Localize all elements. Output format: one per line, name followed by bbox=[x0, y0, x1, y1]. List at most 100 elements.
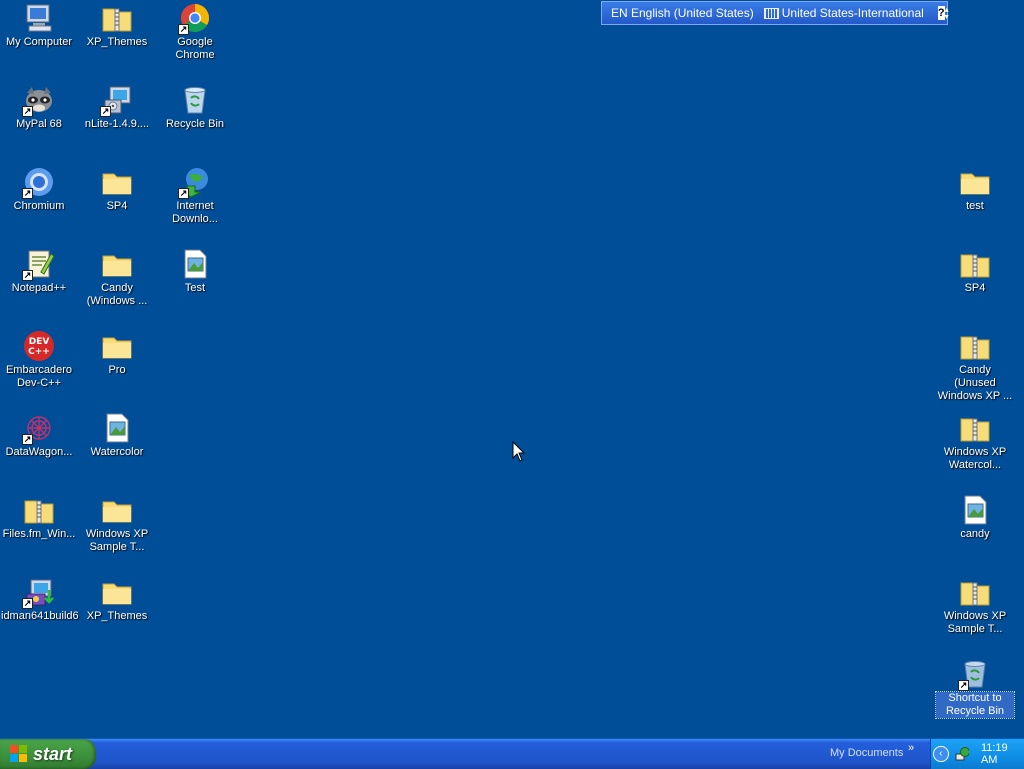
image-file-icon bbox=[959, 494, 991, 526]
desktop-icon-label: Windows XP Sample T... bbox=[85, 528, 149, 553]
image-file-icon bbox=[101, 412, 133, 444]
folder-icon bbox=[101, 330, 133, 362]
shortcut-arrow-icon: ↗ bbox=[958, 680, 969, 691]
desktop-icon-label: Internet Downlo... bbox=[172, 200, 218, 225]
keyboard-icon bbox=[763, 7, 779, 19]
desktop-icon-google-chrome[interactable]: ↗ Google Chrome bbox=[156, 2, 234, 62]
desktop-icon-my-computer[interactable]: My Computer bbox=[0, 2, 78, 49]
start-button[interactable]: start bbox=[0, 739, 96, 769]
folder-icon bbox=[101, 248, 133, 280]
desktop-icon-xp-watercolor-zip[interactable]: Windows XP Watercol... bbox=[936, 412, 1014, 472]
shortcut-arrow-icon: ↗ bbox=[22, 188, 33, 199]
computer-icon bbox=[23, 2, 55, 34]
desktop-icon-devcpp[interactable]: DEV C++ Embarcadero Dev-C++ bbox=[0, 330, 78, 390]
desktop-icon-label: DataWagon... bbox=[5, 446, 73, 458]
desktop-icon-candy-folder[interactable]: Candy (Windows ... bbox=[78, 248, 156, 308]
taskbar[interactable]: start My Documents » ‹ 11:19 AM bbox=[0, 738, 1024, 769]
desktop-icon-sp4-folder[interactable]: SP4 bbox=[78, 166, 156, 213]
desktop-icon-label: Embarcadero Dev-C++ bbox=[5, 364, 73, 389]
desktop-icon-label: Windows XP Watercol... bbox=[943, 446, 1007, 471]
desktop-icon-shortcut-recycle-bin[interactable]: ↗ Shortcut to Recycle Bin bbox=[935, 658, 1015, 719]
desktop-icon-test-folder[interactable]: test bbox=[936, 166, 1014, 213]
keyboard-layout-label: United States-International bbox=[781, 6, 924, 20]
mouse-cursor-icon bbox=[512, 441, 526, 462]
desktop-icon-nlite[interactable]: ↗ nLite-1.4.9.... bbox=[78, 84, 156, 131]
desktop-icon-label: Pro bbox=[108, 364, 126, 376]
desktop-icon-label: Windows XP Sample T... bbox=[943, 610, 1007, 635]
toolbar-chevron-icon[interactable]: » bbox=[908, 742, 914, 754]
zip-folder-icon bbox=[23, 494, 55, 526]
desktop-icon-pro-folder[interactable]: Pro bbox=[78, 330, 156, 377]
desktop-icon-candy-image[interactable]: candy bbox=[936, 494, 1014, 541]
shortcut-arrow-icon: ↗ bbox=[22, 270, 33, 281]
language-selector[interactable]: EN English (United States) bbox=[611, 6, 754, 20]
installer-icon: ↗ bbox=[100, 84, 133, 117]
network-icon[interactable] bbox=[954, 746, 969, 762]
desktop-icon-filesfm[interactable]: Files.fm_Win... bbox=[0, 494, 78, 541]
shortcut-arrow-icon: ↗ bbox=[22, 434, 33, 445]
raccoon-icon: ↗ bbox=[22, 84, 55, 117]
language-bar[interactable]: EN English (United States) United States… bbox=[601, 1, 949, 25]
svg-text:DEV: DEV bbox=[29, 337, 50, 347]
installer-icon: ↗ bbox=[22, 576, 55, 609]
shortcut-arrow-icon: ↗ bbox=[178, 188, 189, 199]
desktop-icon-label: nLite-1.4.9.... bbox=[84, 118, 150, 130]
zip-folder-icon bbox=[959, 576, 991, 608]
desktop-icon-xp-sample-zip[interactable]: Windows XP Sample T... bbox=[936, 576, 1014, 636]
desktop-icon-sp4-zip[interactable]: SP4 bbox=[936, 248, 1014, 295]
desktop-icon-internet-download[interactable]: ↗ Internet Downlo... bbox=[156, 166, 234, 226]
desktop-icon-xp-themes-folder[interactable]: XP_Themes bbox=[78, 576, 156, 623]
show-hidden-icons-button[interactable]: ‹ bbox=[933, 746, 949, 762]
chromium-icon: ↗ bbox=[22, 166, 55, 199]
desktop-icon-label: MyPal 68 bbox=[16, 118, 62, 130]
datawagon-icon: ↗ bbox=[22, 412, 55, 445]
desktop-icon-idman[interactable]: ↗ idman641build6 bbox=[0, 576, 79, 623]
desktop-icon-label: XP_Themes bbox=[86, 36, 148, 48]
my-documents-toolbar[interactable]: My Documents bbox=[830, 747, 903, 759]
folder-icon bbox=[101, 494, 133, 526]
help-icon[interactable]: ? bbox=[937, 6, 945, 20]
desktop-icon-label: SP4 bbox=[106, 200, 128, 212]
desktop-icon-test-image[interactable]: Test bbox=[156, 248, 234, 295]
desktop-icon-chromium[interactable]: ↗ Chromium bbox=[0, 166, 78, 213]
svg-text:C++: C++ bbox=[28, 347, 50, 357]
desktop-icon-recycle-bin[interactable]: Recycle Bin bbox=[156, 84, 234, 131]
zip-folder-icon bbox=[959, 412, 991, 444]
recycle-bin-icon bbox=[179, 84, 211, 116]
zip-folder-icon bbox=[101, 2, 133, 34]
desktop-icon-notepadpp[interactable]: ↗ Notepad++ bbox=[0, 248, 78, 295]
zip-folder-icon bbox=[959, 330, 991, 362]
desktop-icon-label: Candy (Windows ... bbox=[86, 282, 148, 307]
desktop-icon-label: XP_Themes bbox=[86, 610, 148, 622]
image-file-icon bbox=[179, 248, 211, 280]
desktop-icon-label: Shortcut to Recycle Bin bbox=[935, 691, 1015, 719]
clock[interactable]: 11:19 AM bbox=[981, 742, 1024, 766]
desktop-icon-label: Google Chrome bbox=[175, 36, 215, 61]
folder-icon bbox=[959, 166, 991, 198]
desktop-icon-watercolor[interactable]: Watercolor bbox=[78, 412, 156, 459]
desktop-icon-candy-unused-zip[interactable]: Candy (Unused Windows XP ... bbox=[936, 330, 1014, 403]
keyboard-layout-selector[interactable]: United States-International bbox=[763, 6, 924, 20]
desktop[interactable]: My Computer ↗ MyPal 68 ↗ Chromium ↗ Note… bbox=[0, 0, 1024, 738]
langbar-options-icon[interactable]: ▴ ▾ bbox=[945, 6, 949, 21]
desktop-icon-datawagon[interactable]: ↗ DataWagon... bbox=[0, 412, 78, 459]
desktop-icon-xp-sample-folder[interactable]: Windows XP Sample T... bbox=[78, 494, 156, 554]
shortcut-arrow-icon: ↗ bbox=[22, 598, 33, 609]
folder-icon bbox=[101, 576, 133, 608]
start-label: start bbox=[33, 743, 73, 764]
zip-folder-icon bbox=[959, 248, 991, 280]
desktop-icon-mypal[interactable]: ↗ MyPal 68 bbox=[0, 84, 78, 131]
desktop-icon-label: Chromium bbox=[13, 200, 65, 212]
desktop-icon-label: Files.fm_Win... bbox=[2, 528, 76, 540]
windows-flag-icon bbox=[10, 745, 28, 763]
chrome-icon: ↗ bbox=[178, 2, 211, 35]
shortcut-arrow-icon: ↗ bbox=[178, 24, 189, 35]
desktop-icon-label: idman641build6 bbox=[1, 610, 79, 622]
desktop-icon-label: Notepad++ bbox=[11, 282, 67, 294]
desktop-icon-xp-themes-zip[interactable]: XP_Themes bbox=[78, 2, 156, 49]
desktop-icon-label: Test bbox=[184, 282, 206, 294]
devcpp-icon: DEV C++ bbox=[23, 330, 55, 362]
folder-icon bbox=[101, 166, 133, 198]
shortcut-arrow-icon: ↗ bbox=[22, 106, 33, 117]
globe-download-icon: ↗ bbox=[178, 166, 211, 199]
